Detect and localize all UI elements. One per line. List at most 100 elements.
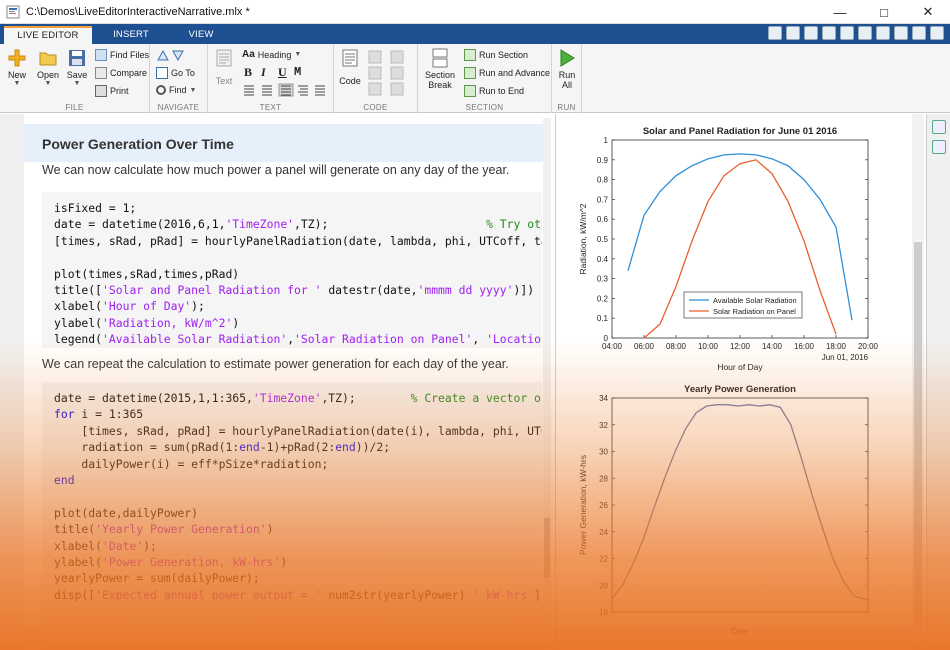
- save-icon[interactable]: [786, 26, 800, 40]
- file-group-label: FILE: [65, 103, 84, 112]
- code-line[interactable]: [54, 249, 542, 265]
- switch-windows-icon[interactable]: [894, 26, 908, 40]
- output-inline-icon[interactable]: [931, 140, 946, 154]
- code-line[interactable]: radiation = sum(pRad(1:end-1)+pRad(2:end…: [54, 439, 542, 455]
- x-tick-label: 14:00: [762, 342, 783, 351]
- y-tick-label: 20: [599, 581, 608, 590]
- code-button[interactable]: Code: [336, 48, 364, 86]
- editor-gutter: [0, 114, 24, 650]
- go-to-button[interactable]: Go To: [156, 67, 195, 79]
- y-tick-label: 26: [599, 501, 608, 510]
- underline-button[interactable]: U: [278, 65, 287, 80]
- editor-scrollbar[interactable]: [543, 118, 551, 648]
- legend-entry: Available Solar Radiation: [713, 296, 797, 305]
- code-line[interactable]: title(['Solar and Panel Radiation for ' …: [54, 282, 542, 298]
- code-line[interactable]: legend('Available Solar Radiation','Sola…: [54, 331, 542, 347]
- search-icon: [156, 85, 166, 95]
- section-heading[interactable]: Power Generation Over Time: [42, 136, 234, 152]
- bold-button[interactable]: B: [244, 65, 252, 80]
- new-button[interactable]: New ▼: [4, 48, 30, 88]
- live-editor-pane[interactable]: Power Generation Over Time We can now ca…: [0, 114, 556, 650]
- run-to-end-button[interactable]: Run to End: [464, 85, 524, 97]
- monospace-button[interactable]: M: [294, 65, 301, 79]
- solar-radiation-chart[interactable]: Solar and Panel Radiation for June 01 20…: [566, 118, 916, 380]
- code-line[interactable]: end: [54, 472, 542, 488]
- code-line[interactable]: plot(date,dailyPower): [54, 505, 542, 521]
- y-tick-label: 0.2: [597, 294, 609, 303]
- code-line[interactable]: [times, sRad, pRad] = hourlyPanelRadiati…: [54, 423, 542, 439]
- code-line[interactable]: title('Yearly Power Generation'): [54, 521, 542, 537]
- help-icon[interactable]: [912, 26, 926, 40]
- find-files-button[interactable]: Find Files: [95, 49, 149, 61]
- code-line[interactable]: dailyPower(i) = eff*pSize*radiation;: [54, 456, 542, 472]
- run-all-button[interactable]: Run All: [555, 48, 579, 90]
- italic-button[interactable]: I: [261, 65, 266, 80]
- code-line[interactable]: for i = 1:365: [54, 406, 542, 422]
- new-doc-icon[interactable]: [768, 26, 782, 40]
- legend-entry: Solar Radiation on Panel: [713, 307, 796, 316]
- yearly-power-chart[interactable]: Yearly Power Generation 18 20 22 24 26 28 30 32 3…: [566, 380, 916, 642]
- tab-live-editor[interactable]: LIVE EDITOR: [4, 26, 92, 44]
- code-line[interactable]: [times, sRad, pRad] = hourlyPanelRadiati…: [54, 233, 542, 249]
- code-line[interactable]: xlabel('Hour of Day');: [54, 298, 542, 314]
- undo-icon[interactable]: [858, 26, 872, 40]
- y-tick-label: 0.9: [597, 156, 609, 165]
- navigate-group-label: NAVIGATE: [157, 103, 200, 112]
- expand-icon[interactable]: [930, 26, 944, 40]
- quick-access-toolbar: [768, 26, 944, 42]
- cut-icon[interactable]: [804, 26, 818, 40]
- x-tick-label: 20:00: [858, 342, 879, 351]
- print-button[interactable]: Print: [95, 85, 129, 97]
- chart-title: Solar and Panel Radiation for June 01 20…: [643, 126, 837, 137]
- code-line[interactable]: xlabel('Date');: [54, 538, 542, 554]
- editor-scrollbar-thumb[interactable]: [544, 518, 550, 578]
- output-right-icon[interactable]: [931, 120, 946, 134]
- run-to-end-icon: [464, 85, 476, 97]
- section-group-label: SECTION: [465, 103, 504, 112]
- minimize-icon[interactable]: —: [818, 0, 862, 24]
- copy-icon[interactable]: [822, 26, 836, 40]
- redo-icon[interactable]: [876, 26, 890, 40]
- output-pane: Solar and Panel Radiation for June 01 20…: [556, 114, 926, 650]
- paste-icon[interactable]: [840, 26, 854, 40]
- paragraph-2[interactable]: We can repeat the calculation to estimat…: [42, 357, 509, 371]
- section-break-button[interactable]: Section Break: [422, 48, 458, 90]
- run-section-button[interactable]: Run Section: [464, 49, 528, 61]
- text-group: Text Aa Heading ▼ B I U M TEXT: [208, 44, 334, 113]
- text-button[interactable]: Text: [212, 48, 236, 86]
- code-line[interactable]: ylabel('Power Generation, kW-hrs'): [54, 554, 542, 570]
- code-line[interactable]: disp(['Expected annual power output = ' …: [54, 587, 542, 603]
- output-scrollbar-thumb[interactable]: [914, 242, 922, 622]
- code-line[interactable]: date = datetime(2016,6,1,'TimeZone',TZ);…: [54, 216, 542, 232]
- y-tick-label: 24: [599, 528, 608, 537]
- save-button[interactable]: Save ▼: [64, 48, 90, 88]
- compare-button[interactable]: Compare: [95, 67, 147, 79]
- tab-view[interactable]: VIEW: [170, 26, 232, 44]
- code-line[interactable]: ylabel('Radiation, kW/m^2'): [54, 315, 542, 331]
- tab-insert[interactable]: INSERT: [100, 26, 162, 44]
- output-scrollbar[interactable]: [912, 114, 924, 650]
- window-controls: — □ ✕: [818, 0, 950, 24]
- find-button[interactable]: Find ▼: [156, 85, 196, 95]
- code-line[interactable]: isFixed = 1;: [54, 200, 542, 216]
- code-line[interactable]: plot(times,sRad,times,pRad): [54, 266, 542, 282]
- paragraph-1[interactable]: We can now calculate how much power a pa…: [42, 163, 509, 177]
- y-tick-label: 32: [599, 421, 608, 430]
- code-tool-icons: [368, 50, 404, 96]
- maximize-icon[interactable]: □: [862, 0, 906, 24]
- nav-arrows[interactable]: [156, 48, 186, 62]
- code-block-1[interactable]: isFixed = 1; date = datetime(2016,6,1,'Ti…: [42, 192, 542, 348]
- close-icon[interactable]: ✕: [906, 0, 950, 24]
- code-block-2[interactable]: date = datetime(2015,1,1:365,'TimeZone',…: [42, 382, 542, 650]
- code-line[interactable]: date = datetime(2015,1,1:365,'TimeZone',…: [54, 390, 542, 406]
- x-secondary-label: Jun 01, 2016: [822, 353, 869, 362]
- find-files-icon: [95, 49, 107, 61]
- code-line[interactable]: [54, 488, 542, 504]
- run-and-advance-button[interactable]: Run and Advance: [464, 67, 550, 79]
- x-tick-label: 16:00: [794, 342, 815, 351]
- run-advance-icon: [464, 67, 476, 79]
- go-to-icon: [156, 67, 168, 79]
- code-line[interactable]: yearlyPower = sum(dailyPower);: [54, 570, 542, 586]
- style-dropdown[interactable]: Aa Heading ▼: [242, 49, 301, 60]
- open-button[interactable]: Open ▼: [34, 48, 62, 88]
